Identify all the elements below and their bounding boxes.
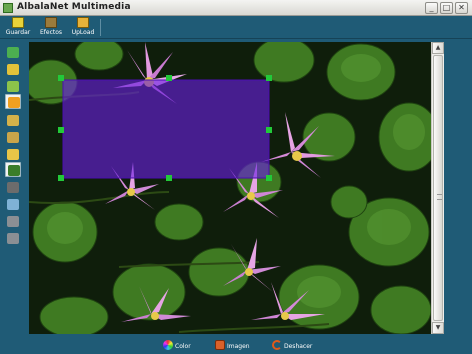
grip-icon xyxy=(437,194,442,200)
shape-tool-icon xyxy=(7,216,19,227)
app-icon xyxy=(3,3,13,13)
image-icon xyxy=(215,340,225,350)
upload-label: UpLoad xyxy=(71,29,95,36)
stamp-tool-icon xyxy=(7,233,19,244)
vertical-scrollbar[interactable]: ▲ ▼ xyxy=(431,42,444,334)
minimize-button[interactable]: _ xyxy=(425,2,438,14)
effects-icon xyxy=(45,17,57,28)
users-tool-icon xyxy=(7,149,19,160)
tool-button-stamp-tool[interactable] xyxy=(5,231,21,246)
water-lilies-photo xyxy=(29,42,431,334)
color-button[interactable]: Color xyxy=(163,339,195,352)
color-label: Color xyxy=(175,343,191,350)
upload-icon xyxy=(77,17,89,28)
tool-button-flag-tool[interactable] xyxy=(5,45,21,60)
people-tool-icon xyxy=(7,64,19,75)
undo-button[interactable]: Deshacer xyxy=(272,339,314,352)
text-tool-icon xyxy=(7,182,19,193)
tool-button-people-tool[interactable] xyxy=(5,62,21,77)
image-canvas[interactable] xyxy=(29,42,431,334)
frame-tool-icon xyxy=(7,132,19,143)
maximize-button[interactable]: □ xyxy=(440,2,453,14)
scroll-down-button[interactable]: ▼ xyxy=(432,322,444,334)
tool-button-users-tool[interactable] xyxy=(5,147,21,162)
effects-label: Efectos xyxy=(39,29,63,36)
save-label: Guardar xyxy=(5,29,31,36)
tool-button-zoom-tool[interactable] xyxy=(5,197,21,212)
tool-button-frame-tool[interactable] xyxy=(5,130,21,145)
tool-button-pencil-tool[interactable] xyxy=(5,94,21,109)
scroll-up-button[interactable]: ▲ xyxy=(432,42,444,54)
toolbar-separator xyxy=(100,19,101,36)
toolbar: Guardar Efectos UpLoad xyxy=(0,16,472,39)
title-bar: AlbalaNet Multimedia _ □ ✕ xyxy=(0,0,472,16)
scroll-thumb[interactable] xyxy=(433,55,443,321)
color-wheel-icon xyxy=(163,340,173,350)
tool-button-shape-tool[interactable] xyxy=(5,214,21,229)
image-label: Imagen xyxy=(227,343,250,350)
bottom-bar: Color Imagen Deshacer xyxy=(0,336,472,354)
tool-button-group-tool[interactable] xyxy=(5,79,21,94)
zoom-tool-icon xyxy=(7,199,19,210)
effects-button[interactable]: Efectos xyxy=(37,17,65,38)
undo-label: Deshacer xyxy=(284,343,313,350)
tool-button-text-tool[interactable] xyxy=(5,180,21,195)
window-title: AlbalaNet Multimedia xyxy=(17,2,131,12)
tool-button-person-tool[interactable] xyxy=(5,113,21,128)
upload-button[interactable]: UpLoad xyxy=(70,17,96,38)
undo-icon xyxy=(272,340,282,350)
image-button[interactable]: Imagen xyxy=(215,339,253,352)
group-tool-icon xyxy=(7,81,19,92)
selection-rectangle[interactable] xyxy=(58,75,272,181)
close-button[interactable]: ✕ xyxy=(455,2,468,14)
save-icon xyxy=(12,17,24,28)
flag-tool-icon xyxy=(7,47,19,58)
save-button[interactable]: Guardar xyxy=(5,17,31,38)
tool-button-crop-tool[interactable] xyxy=(5,162,21,177)
pencil-tool-icon xyxy=(8,97,20,108)
person-tool-icon xyxy=(7,115,19,126)
app-window: AlbalaNet Multimedia _ □ ✕ Guardar Efect… xyxy=(0,0,472,354)
crop-tool-icon xyxy=(8,165,20,176)
